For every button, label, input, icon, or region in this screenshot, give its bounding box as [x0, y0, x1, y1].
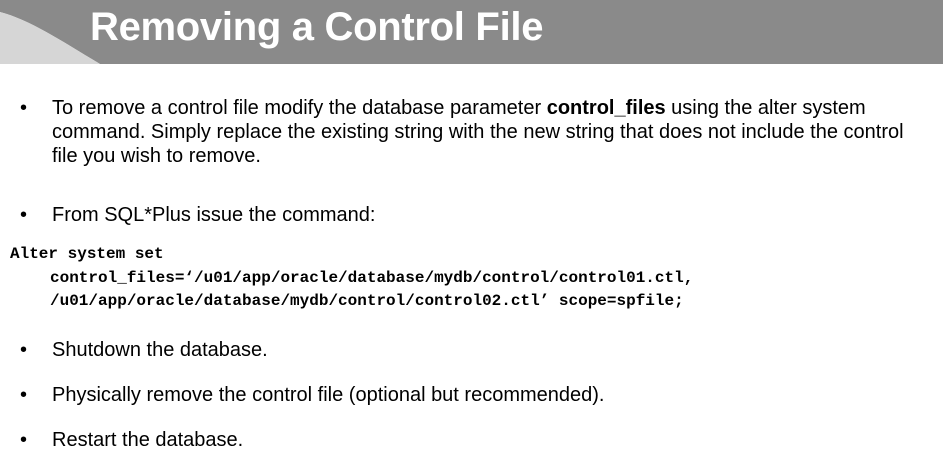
slide: Removing a Control File • To remove a co… [0, 0, 943, 475]
code-line-3: /u01/app/oracle/database/mydb/control/co… [50, 292, 684, 310]
bullet-text-4: Physically remove the control file (opti… [52, 384, 605, 406]
bullet-marker: • [20, 204, 28, 226]
code-line-1: Alter system set [10, 245, 164, 263]
bullet-marker: • [20, 97, 28, 119]
bullet-text-1: To remove a control file modify the data… [52, 96, 932, 168]
bullet-marker: • [20, 429, 28, 451]
bullet-marker: • [20, 339, 28, 361]
bullet-text-2: From SQL*Plus issue the command: [52, 204, 376, 226]
bullet-1-text-before: To remove a control file modify the data… [52, 97, 547, 119]
bullet-1-keyword: control_files [546, 97, 666, 119]
title-bar: Removing a Control File [0, 0, 943, 64]
bullet-text-5: Restart the database. [52, 429, 244, 451]
bullet-text-3: Shutdown the database. [52, 339, 268, 361]
code-line-2: control_files=‘/u01/app/oracle/database/… [50, 269, 694, 287]
bullet-marker: • [20, 384, 28, 406]
page-title: Removing a Control File [90, 5, 544, 49]
